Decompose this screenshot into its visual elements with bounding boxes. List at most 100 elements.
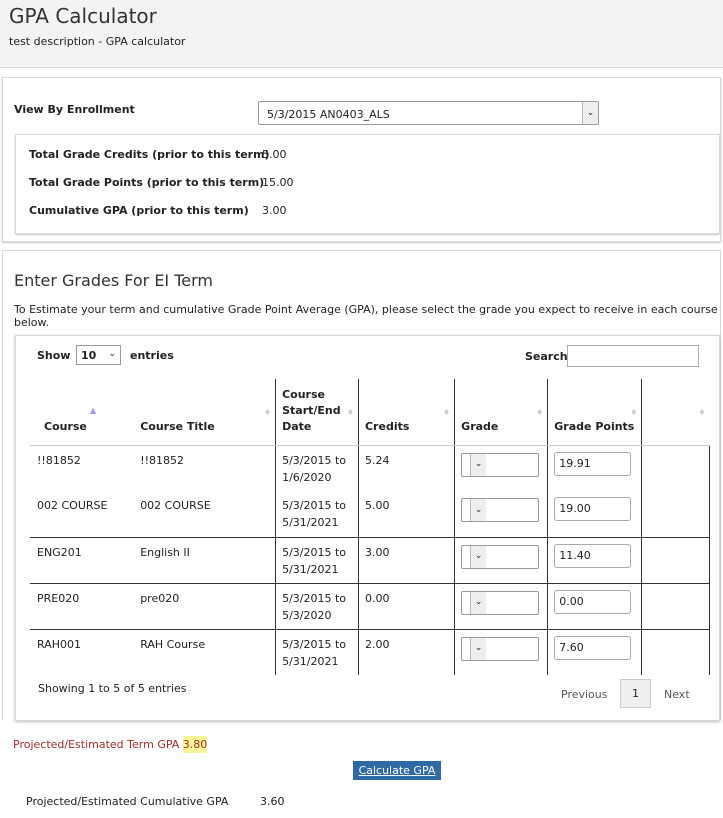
credits-cell: 2.00 bbox=[357, 628, 455, 675]
grade-select[interactable]: A+⌄ bbox=[461, 452, 540, 477]
date-cell: 5/3/2015 to 5/31/2021 bbox=[275, 536, 359, 583]
page-1-button[interactable]: 1 bbox=[620, 679, 651, 708]
entries-value: 10 bbox=[81, 349, 97, 362]
grade-cell: A+⌄ bbox=[454, 491, 548, 537]
grade-select[interactable]: A+⌄ bbox=[461, 636, 540, 661]
date-cell: 5/3/2015 to 5/3/2020 bbox=[275, 582, 359, 629]
column-header[interactable]: Course Start/End Date ♦ bbox=[275, 379, 359, 446]
previous-button[interactable]: Previous bbox=[561, 688, 608, 701]
start-date: 5/3/2015 to bbox=[282, 637, 347, 651]
summary-label: Cumulative GPA (prior to this term) bbox=[29, 204, 249, 217]
sort-icon: ♦ bbox=[698, 408, 706, 417]
term-gpa-value: 3.80 bbox=[182, 736, 208, 753]
credits-cell: 3.00 bbox=[357, 536, 455, 583]
date-cell: 5/3/2015 to 1/6/2020 bbox=[275, 445, 359, 491]
title-cell: RAH Course bbox=[126, 628, 276, 675]
grade-points-input[interactable]: 11.40 bbox=[554, 543, 632, 568]
enrollment-select[interactable]: 5/3/2015 AN0403_ALS ⌄ bbox=[258, 101, 599, 125]
sort-icon: ♦ bbox=[536, 408, 544, 417]
date-cell: 5/3/2015 to 5/31/2021 bbox=[275, 491, 359, 537]
column-header-label: Grade Points bbox=[554, 419, 635, 433]
title-cell: 002 COURSE bbox=[140, 499, 211, 512]
chevron-down-icon: ⌄ bbox=[470, 637, 487, 660]
calculate-gpa-button[interactable]: Calculate GPA bbox=[353, 761, 441, 780]
entries-select[interactable]: 10 ⌄ bbox=[76, 345, 121, 365]
sort-icon: ♦ bbox=[630, 408, 638, 417]
grade-select[interactable]: A+⌄ bbox=[461, 498, 540, 522]
column-header[interactable]: Course Title ♦ bbox=[126, 379, 276, 446]
next-button[interactable]: Next bbox=[664, 688, 690, 701]
course-cell: ENG201 bbox=[30, 536, 127, 583]
summary-value: 15.00 bbox=[262, 176, 294, 189]
column-header[interactable]: Course ▲ bbox=[30, 379, 127, 446]
course-cell: 002 COURSE bbox=[37, 499, 108, 512]
cumulative-gpa-value: 3.60 bbox=[260, 795, 285, 808]
term-gpa-label: Projected/Estimated Term GPA bbox=[13, 738, 180, 751]
points-cell: 19.00 bbox=[547, 491, 642, 537]
page-header: GPA Calculator test description - GPA ca… bbox=[0, 0, 723, 68]
grade-cell: A+⌄ bbox=[454, 536, 548, 583]
title-cell: !!81852 bbox=[140, 453, 184, 467]
grades-panel: Enter Grades For EI Term To Estimate you… bbox=[2, 250, 721, 721]
cumulative-gpa-label: Projected/Estimated Cumulative GPA bbox=[26, 795, 229, 808]
end-date: 5/31/2021 bbox=[282, 562, 339, 576]
summary-label: Total Grade Points (prior to this term) bbox=[29, 176, 265, 189]
grade-points-input[interactable]: 19.91 bbox=[554, 451, 632, 476]
column-header[interactable]: Credits ♦ bbox=[357, 379, 455, 446]
search-input[interactable] bbox=[567, 345, 699, 367]
grades-table: Course ▲ Course Title ♦ Course Start/End Dat… bbox=[30, 379, 710, 675]
search-label: Search bbox=[525, 350, 568, 363]
column-header-label: Credits bbox=[364, 419, 410, 433]
column-header-label: Course Start/End Date bbox=[282, 387, 341, 433]
points-cell: 11.40 bbox=[547, 536, 642, 583]
summary-value: 3.00 bbox=[262, 204, 287, 217]
start-date: 5/3/2015 to bbox=[282, 545, 347, 559]
empty-cell bbox=[641, 582, 710, 629]
page-title: GPA Calculator bbox=[9, 4, 157, 28]
column-header-label: Course Title bbox=[140, 419, 215, 433]
sort-asc-icon: ▲ bbox=[90, 406, 97, 415]
table-row: RAH001 RAH Course 5/3/2015 to 5/31/2021 2… bbox=[30, 628, 710, 675]
column-header-label: Grade bbox=[461, 419, 499, 433]
chevron-down-icon: ⌄ bbox=[470, 545, 487, 568]
end-date: 5/3/2020 bbox=[282, 608, 332, 622]
start-date: 5/3/2015 to bbox=[282, 499, 347, 512]
start-date: 5/3/2015 to bbox=[282, 453, 347, 467]
sort-icon: ♦ bbox=[443, 408, 451, 417]
grade-select[interactable]: A+⌄ bbox=[461, 544, 540, 569]
credits-cell: 5.24 bbox=[357, 445, 455, 491]
course-cell: !!81852 bbox=[37, 453, 81, 467]
empty-cell bbox=[641, 536, 710, 583]
table-info: Showing 1 to 5 of 5 entries bbox=[38, 682, 187, 695]
summary-value: 5.00 bbox=[262, 148, 287, 161]
date-cell: 5/3/2015 to 5/31/2021 bbox=[275, 628, 359, 675]
page-description: test description - GPA calculator bbox=[9, 35, 186, 48]
end-date: 1/6/2020 bbox=[282, 470, 332, 484]
term-gpa: Projected/Estimated Term GPA 3.80 bbox=[13, 736, 208, 753]
column-header[interactable]: ♦ bbox=[641, 379, 710, 446]
grades-title: Enter Grades For EI Term bbox=[14, 271, 214, 290]
chevron-down-icon: ⌄ bbox=[108, 349, 116, 359]
course-cell: RAH001 bbox=[30, 628, 127, 675]
column-header-label: Course bbox=[44, 419, 87, 433]
chevron-down-icon: ⌄ bbox=[470, 453, 487, 476]
entries-label: entries bbox=[130, 349, 174, 362]
summary-label: Total Grade Credits (prior to this term) bbox=[29, 148, 270, 161]
grade-points-input[interactable]: 19.00 bbox=[554, 497, 632, 521]
column-header[interactable]: Grade Points ♦ bbox=[547, 379, 642, 446]
table-row: ENG201 English II 5/3/2015 to 5/31/2021 3… bbox=[30, 536, 710, 583]
grade-points-input[interactable]: 7.60 bbox=[554, 635, 632, 660]
column-header[interactable]: Grade ♦ bbox=[454, 379, 548, 446]
grade-select[interactable]: A+⌄ bbox=[461, 590, 540, 615]
empty-cell bbox=[641, 628, 710, 675]
title-cell: English II bbox=[126, 536, 276, 583]
title-cell: pre020 bbox=[126, 582, 276, 629]
end-date: 5/31/2021 bbox=[282, 654, 339, 668]
grade-cell: A+⌄ bbox=[454, 445, 548, 491]
course-cell: PRE020 bbox=[30, 582, 127, 629]
end-date: 5/31/2021 bbox=[282, 516, 339, 529]
grade-cell: A+⌄ bbox=[454, 582, 548, 629]
table-row: !!81852 !!81852 5/3/2015 to 1/6/2020 5.24… bbox=[30, 445, 710, 491]
grades-instructions: To Estimate your term and cumulative Gra… bbox=[14, 303, 718, 329]
grade-points-input[interactable]: 0.00 bbox=[554, 589, 632, 614]
